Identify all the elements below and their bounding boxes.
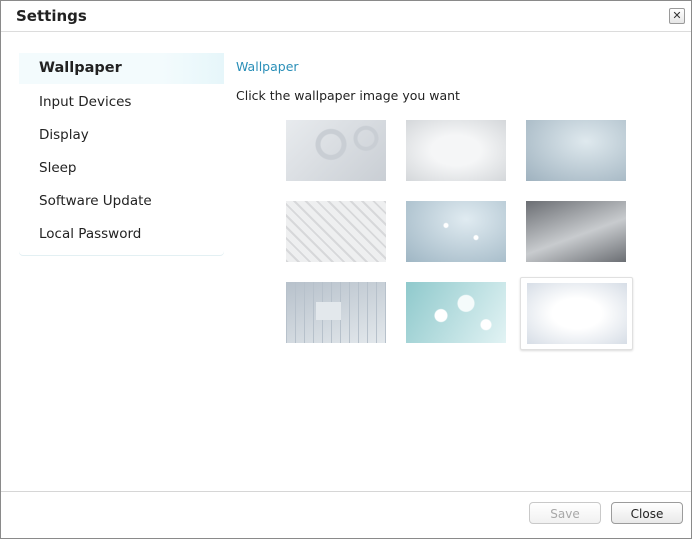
wallpaper-thumb-dark-gradient[interactable] bbox=[526, 201, 626, 262]
sidebar-item-display[interactable]: Display bbox=[39, 127, 89, 143]
sidebar-item-input-devices[interactable]: Input Devices bbox=[39, 94, 131, 110]
wallpaper-instructions: Click the wallpaper image you want bbox=[236, 88, 460, 103]
close-icon[interactable]: ✕ bbox=[669, 8, 685, 24]
sidebar-item-sleep[interactable]: Sleep bbox=[39, 160, 77, 176]
wallpaper-thumb-blue-glow[interactable] bbox=[526, 120, 626, 181]
sidebar-item-local-password[interactable]: Local Password bbox=[39, 226, 141, 242]
close-button[interactable]: Close bbox=[611, 502, 683, 524]
wallpaper-thumb-circuit-board[interactable] bbox=[286, 282, 386, 343]
wallpaper-thumb-gears[interactable] bbox=[286, 120, 386, 181]
sidebar-item-wallpaper[interactable]: Wallpaper bbox=[39, 60, 122, 76]
sidebar-item-software-update[interactable]: Software Update bbox=[39, 193, 152, 209]
section-title-link[interactable]: Wallpaper bbox=[236, 59, 299, 74]
footer-divider bbox=[1, 491, 691, 492]
wallpaper-thumb-diamond-plate[interactable] bbox=[286, 201, 386, 262]
wallpaper-thumb-white-glow[interactable] bbox=[527, 283, 627, 344]
settings-sidebar: Wallpaper Input Devices Display Sleep So… bbox=[19, 52, 224, 255]
wallpaper-thumb-soft-gray[interactable] bbox=[406, 120, 506, 181]
dialog-title: Settings bbox=[16, 7, 87, 25]
wallpaper-thumb-bokeh[interactable] bbox=[406, 282, 506, 343]
dialog-titlebar: Settings ✕ bbox=[1, 1, 691, 32]
save-button[interactable]: Save bbox=[529, 502, 601, 524]
settings-dialog: Settings ✕ Wallpaper Input Devices Displ… bbox=[0, 0, 692, 539]
wallpaper-thumb-water-drops[interactable] bbox=[406, 201, 506, 262]
